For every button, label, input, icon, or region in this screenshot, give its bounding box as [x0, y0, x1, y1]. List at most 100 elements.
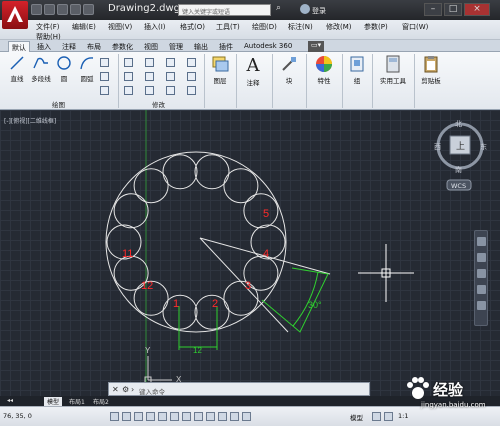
- orbit-icon[interactable]: [477, 285, 486, 294]
- object-snap-icon[interactable]: [158, 412, 167, 421]
- move-icon[interactable]: [124, 58, 133, 67]
- outer-circle[interactable]: [105, 151, 287, 333]
- copy-icon[interactable]: [124, 72, 133, 81]
- open-file-icon[interactable]: [44, 4, 55, 15]
- coordinates-readout[interactable]: 76, 35, 0: [3, 412, 32, 420]
- tab-plugins[interactable]: 插件: [216, 41, 236, 52]
- hatch-icon[interactable]: [100, 72, 109, 81]
- tab-output[interactable]: 输出: [191, 41, 211, 52]
- tab-default[interactable]: 默认: [8, 41, 30, 52]
- tab-model[interactable]: 模型: [44, 397, 63, 406]
- linear-dimension-text[interactable]: 12: [193, 346, 202, 355]
- tab-layout2[interactable]: 布局2: [90, 397, 112, 406]
- menu-edit[interactable]: 编辑(E): [72, 22, 96, 32]
- offset-icon[interactable]: [187, 86, 196, 95]
- small-circle[interactable]: [113, 193, 149, 229]
- block-tool[interactable]: 块: [276, 55, 302, 85]
- dynamic-input-icon[interactable]: [206, 412, 215, 421]
- menu-file[interactable]: 文件(F): [36, 22, 60, 32]
- scale-icon[interactable]: [145, 86, 154, 95]
- maximize-button[interactable]: □: [444, 3, 462, 16]
- 3d-object-snap-icon[interactable]: [170, 412, 179, 421]
- menu-format[interactable]: 格式(O): [180, 22, 205, 32]
- arc-tool[interactable]: 圆弧: [76, 55, 98, 83]
- rectangle-icon[interactable]: [100, 58, 109, 67]
- search-input[interactable]: 键入关键字或短语: [178, 4, 271, 16]
- steering-wheel-icon[interactable]: [477, 237, 486, 246]
- layers-tool[interactable]: 图层: [208, 55, 232, 85]
- properties-tool[interactable]: 特性: [310, 55, 338, 85]
- wrench-icon[interactable]: ⚙: [122, 385, 129, 394]
- user-icon[interactable]: [300, 4, 310, 14]
- zoom-icon[interactable]: [477, 269, 486, 278]
- small-circle[interactable]: [223, 168, 259, 204]
- boundary-icon[interactable]: [100, 86, 109, 95]
- transparency-icon[interactable]: [230, 412, 239, 421]
- drawing-viewport[interactable]: [-][俯视][二维线框] 30° 12 1 2 3 4 5 11 12 Y X…: [0, 110, 500, 396]
- tab-view[interactable]: 视图: [141, 41, 161, 52]
- erase-icon[interactable]: [187, 58, 196, 67]
- draw-panel-label[interactable]: 绘图: [52, 99, 65, 109]
- small-circle[interactable]: [243, 193, 279, 229]
- drawing-canvas[interactable]: 30° 12 1 2 3 4 5 11 12 Y X 上 北 南 东 西 WCS: [0, 110, 500, 396]
- annotation-tool[interactable]: A 注释: [240, 55, 266, 87]
- tab-insert[interactable]: 插入: [34, 41, 54, 52]
- grid-display-icon[interactable]: [122, 412, 131, 421]
- command-input[interactable]: 键入命令: [139, 386, 165, 396]
- menu-modify[interactable]: 修改(M): [326, 22, 352, 32]
- redo-icon[interactable]: [83, 4, 94, 15]
- undo-icon[interactable]: [70, 4, 81, 15]
- model-space-toggle[interactable]: 模型: [350, 412, 363, 422]
- menu-draw[interactable]: 绘图(D): [252, 22, 277, 32]
- group-tool[interactable]: 组: [346, 55, 368, 85]
- polar-tracking-icon[interactable]: [146, 412, 155, 421]
- rotate-icon[interactable]: [145, 58, 154, 67]
- minimize-button[interactable]: –: [424, 3, 442, 16]
- linear-dimension-lines[interactable]: [178, 306, 218, 350]
- circle-tool[interactable]: 圆: [54, 55, 74, 83]
- menu-view[interactable]: 视图(V): [108, 22, 132, 32]
- menu-window[interactable]: 窗口(W): [402, 22, 428, 32]
- close-icon[interactable]: ✕: [112, 385, 119, 394]
- layout-nav-first[interactable]: ◂◂: [4, 397, 16, 406]
- utilities-tool[interactable]: 实用工具: [376, 55, 410, 85]
- fillet-icon[interactable]: [166, 72, 175, 81]
- tab-manage[interactable]: 管理: [166, 41, 186, 52]
- clipboard-tool[interactable]: 剪贴板: [418, 55, 444, 85]
- tab-parametric[interactable]: 参数化: [109, 41, 136, 52]
- array-icon[interactable]: [166, 86, 175, 95]
- stretch-icon[interactable]: [124, 86, 133, 95]
- quick-view-layouts-icon[interactable]: [372, 412, 381, 421]
- login-link[interactable]: 登录: [312, 6, 326, 16]
- modify-panel-label[interactable]: 修改: [152, 99, 165, 109]
- close-button[interactable]: ×: [464, 3, 490, 16]
- save-icon[interactable]: [57, 4, 68, 15]
- snap-mode-icon[interactable]: [110, 412, 119, 421]
- tab-autodesk-360[interactable]: Autodesk 360: [241, 41, 295, 52]
- line-tool[interactable]: 直线: [6, 55, 28, 83]
- tab-layout1[interactable]: 布局1: [66, 397, 88, 406]
- ribbon-options-icon[interactable]: ▭▾: [308, 41, 325, 52]
- angle-dimension-arc[interactable]: [292, 271, 319, 327]
- quick-properties-icon[interactable]: [242, 412, 251, 421]
- pan-icon[interactable]: [477, 253, 486, 262]
- showmotion-icon[interactable]: [477, 301, 486, 310]
- menu-tools[interactable]: 工具(T): [216, 22, 240, 32]
- new-file-icon[interactable]: [31, 4, 42, 15]
- polyline-tool[interactable]: 多段线: [28, 55, 54, 83]
- explode-icon[interactable]: [187, 72, 196, 81]
- ortho-mode-icon[interactable]: [134, 412, 143, 421]
- trim-icon[interactable]: [166, 58, 175, 67]
- object-snap-tracking-icon[interactable]: [182, 412, 191, 421]
- quick-view-drawings-icon[interactable]: [384, 412, 393, 421]
- menu-parametric[interactable]: 参数(P): [364, 22, 388, 32]
- app-menu-button[interactable]: [2, 1, 28, 29]
- dynamic-ucs-icon[interactable]: [194, 412, 203, 421]
- mirror-icon[interactable]: [145, 72, 154, 81]
- lineweight-icon[interactable]: [218, 412, 227, 421]
- angle-dimension-text[interactable]: 30°: [308, 300, 322, 310]
- small-circle[interactable]: [162, 154, 198, 190]
- menu-insert[interactable]: 插入(I): [144, 22, 166, 32]
- tab-annotate[interactable]: 注释: [59, 41, 79, 52]
- menu-dimension[interactable]: 标注(N): [288, 22, 313, 32]
